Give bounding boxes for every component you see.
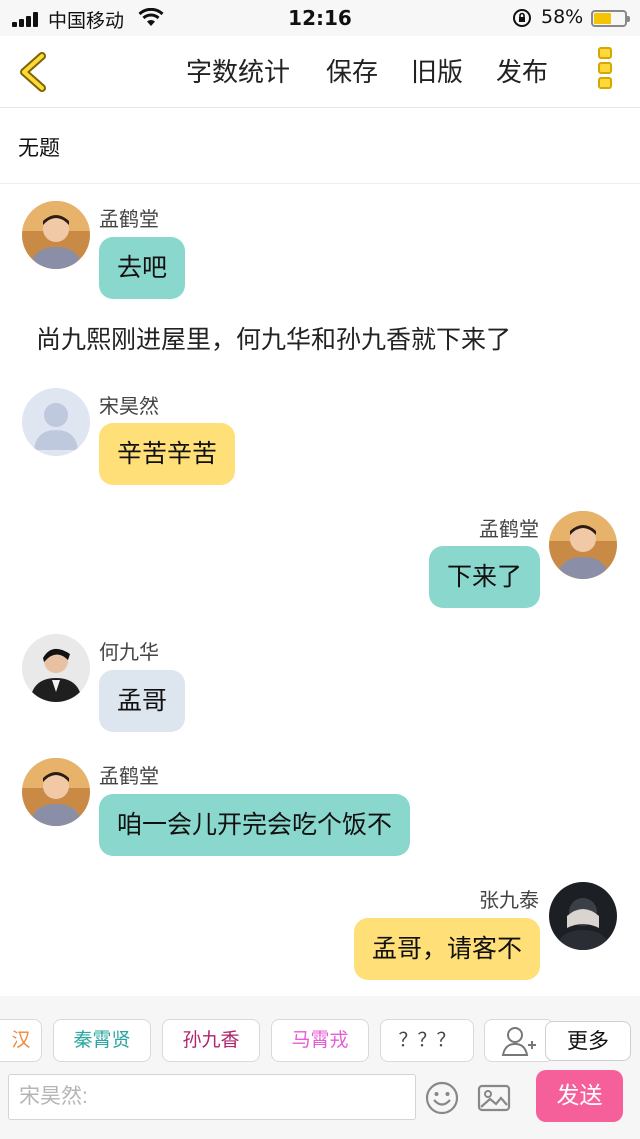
top-toolbar: 字数统计 保存 旧版 发布	[0, 36, 640, 108]
more-button[interactable]: 更多	[545, 1021, 631, 1061]
character-chip[interactable]: 孙九香	[162, 1019, 260, 1062]
speaker-name: 宋昊然	[99, 394, 159, 418]
message-bubble[interactable]: 辛苦辛苦	[99, 423, 236, 485]
message-bubble[interactable]: 孟哥，请客不	[353, 918, 540, 980]
character-chip[interactable]: 秦霄贤	[53, 1019, 151, 1062]
speaker-name: 孟鹤堂	[99, 207, 159, 231]
narration-text[interactable]: 尚九熙刚进屋里，何九华和孙九香就下来了	[36, 320, 511, 356]
character-chip[interactable]: ？？？	[380, 1019, 474, 1062]
back-chevron-icon[interactable]	[14, 50, 54, 94]
message-bubble[interactable]: 下来了	[428, 546, 540, 608]
publish-button[interactable]: 发布	[496, 52, 548, 89]
message-bubble[interactable]: 去吧	[99, 237, 186, 299]
character-chip[interactable]: 马霄戎	[271, 1019, 369, 1062]
add-user-icon	[501, 1027, 536, 1056]
more-options-icon[interactable]	[596, 47, 614, 97]
battery-icon	[591, 10, 630, 27]
speaker-name: 张九泰	[479, 888, 539, 912]
old-version-button[interactable]: 旧版	[411, 52, 463, 89]
add-character-button[interactable]	[484, 1019, 554, 1062]
avatar-he[interactable]	[22, 634, 90, 702]
avatar-song[interactable]	[22, 388, 90, 456]
image-icon[interactable]	[476, 1080, 512, 1116]
document-title: 无题	[18, 136, 60, 160]
speaker-name: 孟鹤堂	[99, 764, 159, 788]
battery-percent: 58%	[541, 6, 584, 28]
message-bubble[interactable]: 咱一会儿开完会吃个饭不	[99, 794, 411, 856]
document-title-row[interactable]: 无题	[0, 108, 640, 184]
speaker-name: 孟鹤堂	[479, 517, 539, 541]
avatar-meng[interactable]	[22, 758, 90, 826]
avatar-meng[interactable]	[22, 201, 90, 269]
character-chip[interactable]: 汉	[0, 1019, 42, 1062]
word-count-button[interactable]: 字数统计	[186, 52, 290, 89]
rotation-lock-icon	[513, 9, 531, 27]
message-input[interactable]	[8, 1074, 416, 1120]
message-bubble[interactable]: 孟哥	[99, 670, 186, 732]
save-button[interactable]: 保存	[326, 52, 378, 89]
emoji-icon[interactable]	[424, 1080, 460, 1116]
send-button[interactable]: 发送	[536, 1070, 623, 1122]
status-bar: 中国移动 12:16 58%	[0, 0, 640, 36]
avatar-meng[interactable]	[549, 511, 617, 579]
speaker-name: 何九华	[99, 640, 159, 664]
avatar-zhang[interactable]	[549, 882, 617, 950]
